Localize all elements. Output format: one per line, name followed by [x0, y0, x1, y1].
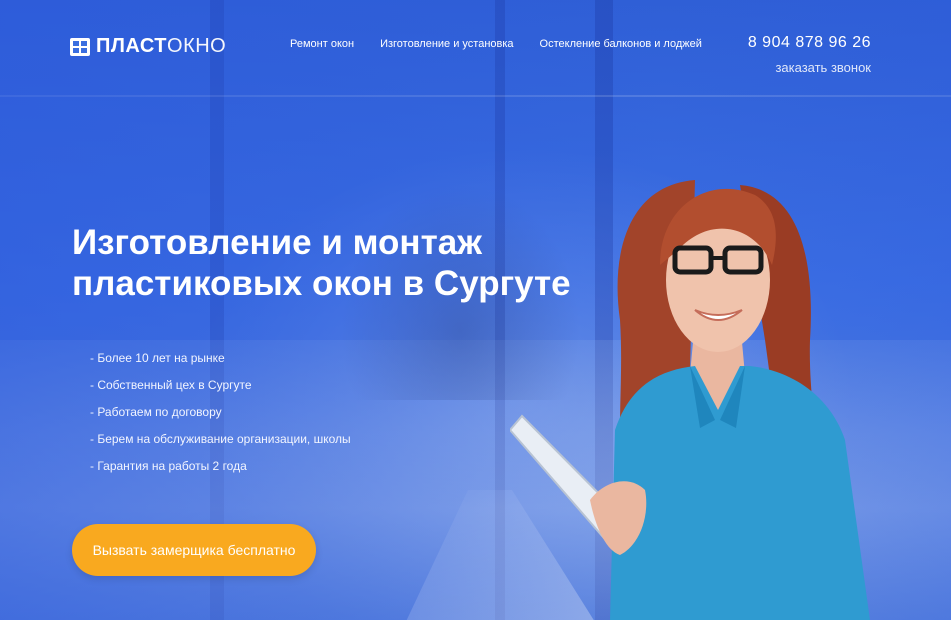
callback-link[interactable]: заказать звонок	[748, 60, 871, 75]
window-icon	[70, 37, 90, 56]
nav-item-manufacturing[interactable]: Изготовление и установка	[380, 38, 513, 50]
hero-title-line2: пластиковых окон в Сургуте	[72, 264, 571, 304]
feature-item: - Работаем по договору	[90, 405, 222, 419]
feature-item: - Более 10 лет на рынке	[90, 351, 225, 365]
phone-number[interactable]: 8 904 878 96 26	[748, 34, 871, 52]
feature-item: - Берем на обслуживание организации, шко…	[90, 432, 351, 446]
logo[interactable]: ПЛАСТОКНО	[70, 35, 226, 58]
feature-item: - Гарантия на работы 2 года	[90, 459, 247, 473]
hero-title-line1: Изготовление и монтаж	[72, 223, 482, 262]
nav-item-repair[interactable]: Ремонт окон	[290, 38, 354, 50]
call-measurer-button[interactable]: Вызвать замерщика бесплатно	[72, 524, 316, 576]
logo-text: ПЛАСТОКНО	[96, 35, 226, 58]
woman-with-tablet-image	[510, 180, 870, 620]
feature-item: - Собственный цех в Сургуте	[90, 378, 252, 392]
nav-item-balcony[interactable]: Остекление балконов и лоджей	[540, 38, 702, 50]
main-nav: Ремонт окон Изготовление и установка Ост…	[290, 38, 702, 50]
feature-list: - Более 10 лет на рынке - Собственный це…	[90, 349, 351, 484]
contact-block: 8 904 878 96 26 заказать звонок	[748, 34, 871, 75]
logo-text-part1: ПЛАСТ	[96, 35, 168, 57]
logo-text-part2: ОКНО	[167, 35, 227, 57]
